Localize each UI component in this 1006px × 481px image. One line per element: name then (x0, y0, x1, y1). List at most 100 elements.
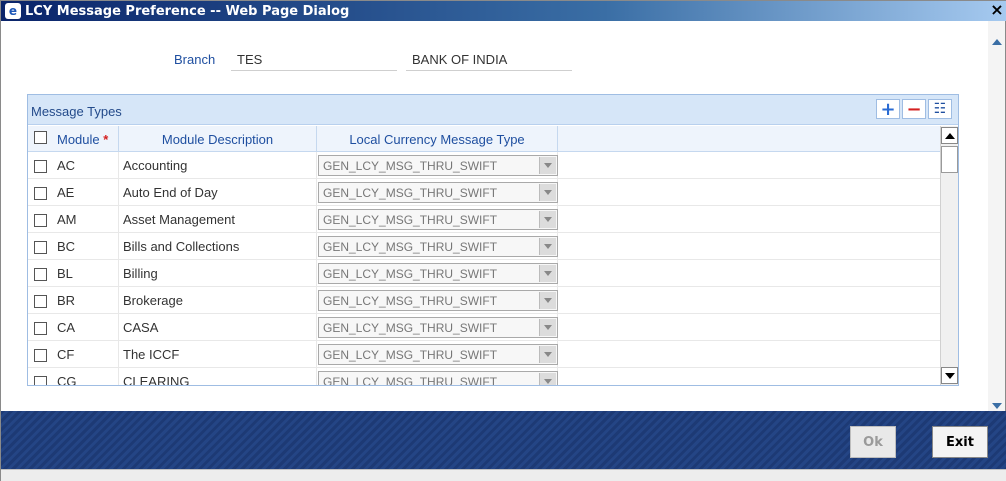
ie-icon: e (5, 3, 21, 19)
ok-button[interactable]: Ok (850, 426, 896, 458)
branch-code-field[interactable]: TES (231, 49, 397, 71)
lcy-cell: GEN_LCY_MSG_THRU_SWIFT (316, 179, 558, 206)
lcy-select-value: GEN_LCY_MSG_THRU_SWIFT (323, 375, 498, 385)
module-cell: AC (57, 158, 76, 173)
grid-rows: AC Accounting GEN_LCY_MSG_THRU_SWIFT AE … (28, 152, 940, 385)
lcy-select[interactable]: GEN_LCY_MSG_THRU_SWIFT (318, 155, 558, 176)
description-cell: The ICCF (118, 341, 316, 368)
single-view-icon[interactable]: ☷ (928, 99, 952, 119)
grid-header: Message Types + − ☷ (28, 95, 958, 125)
dialog-scrollbar[interactable] (988, 21, 1005, 411)
select-all-checkbox[interactable] (34, 131, 47, 144)
lcy-select-value: GEN_LCY_MSG_THRU_SWIFT (323, 321, 498, 335)
lcy-select[interactable]: GEN_LCY_MSG_THRU_SWIFT (318, 263, 558, 284)
module-cell: BL (57, 266, 73, 281)
lcy-select-value: GEN_LCY_MSG_THRU_SWIFT (323, 186, 498, 200)
status-bar (1, 469, 1006, 481)
scroll-thumb[interactable] (941, 146, 958, 173)
grid-toolbar: + − ☷ (876, 99, 952, 120)
table-row: CG CLEARING GEN_LCY_MSG_THRU_SWIFT (28, 368, 940, 385)
grid-scrollbar[interactable] (940, 126, 958, 385)
row-checkbox[interactable] (34, 349, 47, 362)
row-checkbox[interactable] (34, 241, 47, 254)
lcy-select[interactable]: GEN_LCY_MSG_THRU_SWIFT (318, 317, 558, 338)
module-cell: AE (57, 185, 75, 200)
module-cell: CA (57, 320, 76, 335)
lcy-select[interactable]: GEN_LCY_MSG_THRU_SWIFT (318, 209, 558, 230)
scroll-down-icon[interactable] (941, 367, 958, 384)
lcy-cell: GEN_LCY_MSG_THRU_SWIFT (316, 341, 558, 368)
branch-name-field[interactable]: BANK OF INDIA (406, 49, 572, 71)
add-row-icon[interactable]: + (876, 99, 900, 120)
column-header-row: Module * Module Description Local Curren… (28, 126, 940, 152)
chevron-down-icon[interactable] (539, 211, 556, 228)
lcy-select-value: GEN_LCY_MSG_THRU_SWIFT (323, 159, 498, 173)
lcy-select-value: GEN_LCY_MSG_THRU_SWIFT (323, 240, 498, 254)
row-checkbox[interactable] (34, 322, 47, 335)
window-title: LCY Message Preference -- Web Page Dialo… (25, 3, 350, 19)
description-cell: CLEARING (118, 368, 316, 385)
lcy-cell: GEN_LCY_MSG_THRU_SWIFT (316, 260, 558, 287)
grid-title: Message Types (31, 104, 122, 119)
title-bar: e LCY Message Preference -- Web Page Dia… (1, 1, 1006, 21)
lcy-select[interactable]: GEN_LCY_MSG_THRU_SWIFT (318, 371, 558, 385)
lcy-select[interactable]: GEN_LCY_MSG_THRU_SWIFT (318, 182, 558, 203)
table-row: BC Bills and Collections GEN_LCY_MSG_THR… (28, 233, 940, 260)
exit-button[interactable]: Exit (932, 426, 988, 458)
delete-row-icon[interactable]: − (902, 99, 926, 120)
row-checkbox[interactable] (34, 295, 47, 308)
table-row: BR Brokerage GEN_LCY_MSG_THRU_SWIFT (28, 287, 940, 314)
chevron-down-icon[interactable] (539, 238, 556, 255)
lcy-select-value: GEN_LCY_MSG_THRU_SWIFT (323, 267, 498, 281)
row-checkbox[interactable] (34, 214, 47, 227)
lcy-cell: GEN_LCY_MSG_THRU_SWIFT (316, 152, 558, 179)
chevron-down-icon[interactable] (539, 373, 556, 385)
scroll-down-icon[interactable] (992, 403, 1002, 409)
description-cell: Brokerage (118, 287, 316, 314)
module-header-label: Module (57, 132, 100, 147)
description-cell: Billing (118, 260, 316, 287)
table-row: AC Accounting GEN_LCY_MSG_THRU_SWIFT (28, 152, 940, 179)
dialog-window: e LCY Message Preference -- Web Page Dia… (0, 0, 1006, 481)
lcy-select[interactable]: GEN_LCY_MSG_THRU_SWIFT (318, 344, 558, 365)
description-cell: CASA (118, 314, 316, 341)
lcy-cell: GEN_LCY_MSG_THRU_SWIFT (316, 233, 558, 260)
branch-row: Branch TES BANK OF INDIA (1, 49, 991, 73)
lcy-cell: GEN_LCY_MSG_THRU_SWIFT (316, 287, 558, 314)
chevron-down-icon[interactable] (539, 292, 556, 309)
chevron-down-icon[interactable] (539, 265, 556, 282)
chevron-down-icon[interactable] (539, 157, 556, 174)
scroll-up-icon[interactable] (992, 39, 1002, 45)
description-cell: Accounting (118, 152, 316, 179)
column-header-description: Module Description (118, 126, 316, 152)
row-checkbox[interactable] (34, 268, 47, 281)
table-row: AM Asset Management GEN_LCY_MSG_THRU_SWI… (28, 206, 940, 233)
description-cell: Asset Management (118, 206, 316, 233)
module-cell: BR (57, 293, 76, 308)
table-row: CF The ICCF GEN_LCY_MSG_THRU_SWIFT (28, 341, 940, 368)
message-types-grid: Message Types + − ☷ Module * Module Desc… (27, 94, 959, 386)
description-cell: Bills and Collections (118, 233, 316, 260)
chevron-down-icon[interactable] (539, 346, 556, 363)
description-cell: Auto End of Day (118, 179, 316, 206)
branch-label: Branch (174, 52, 216, 67)
chevron-down-icon[interactable] (539, 319, 556, 336)
close-icon[interactable]: × (989, 2, 1005, 18)
module-cell: AM (57, 212, 77, 227)
lcy-cell: GEN_LCY_MSG_THRU_SWIFT (316, 368, 558, 385)
row-checkbox[interactable] (34, 160, 47, 173)
lcy-select[interactable]: GEN_LCY_MSG_THRU_SWIFT (318, 236, 558, 257)
row-checkbox[interactable] (34, 376, 47, 385)
lcy-cell: GEN_LCY_MSG_THRU_SWIFT (316, 206, 558, 233)
lcy-select-value: GEN_LCY_MSG_THRU_SWIFT (323, 213, 498, 227)
scroll-up-icon[interactable] (941, 127, 958, 144)
footer-bar: Ok Exit (1, 411, 1006, 469)
module-cell: CG (57, 374, 77, 385)
row-checkbox[interactable] (34, 187, 47, 200)
lcy-select[interactable]: GEN_LCY_MSG_THRU_SWIFT (318, 290, 558, 311)
chevron-down-icon[interactable] (539, 184, 556, 201)
column-header-lcy: Local Currency Message Type (316, 126, 558, 152)
table-row: BL Billing GEN_LCY_MSG_THRU_SWIFT (28, 260, 940, 287)
module-cell: CF (57, 347, 75, 362)
table-row: AE Auto End of Day GEN_LCY_MSG_THRU_SWIF… (28, 179, 940, 206)
